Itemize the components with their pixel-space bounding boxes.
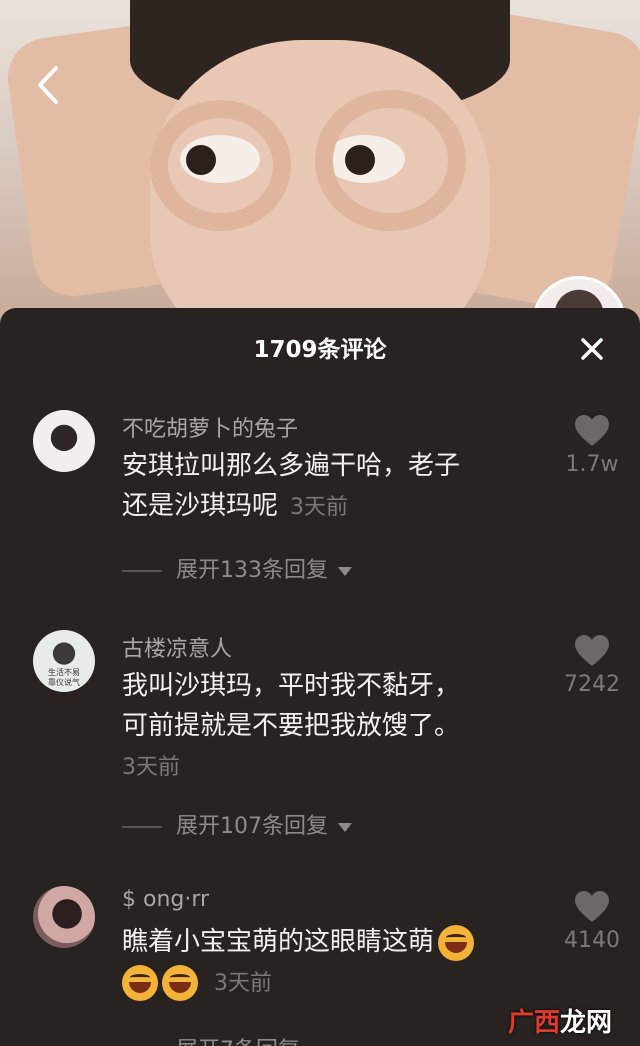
- expand-replies-button[interactable]: 展开133条回复: [122, 552, 352, 584]
- video-player[interactable]: [0, 0, 640, 330]
- heart-icon: [575, 635, 609, 666]
- like-count: 7242: [564, 672, 620, 697]
- close-button[interactable]: [573, 330, 611, 368]
- comment-username[interactable]: $ ong·rr: [122, 887, 209, 912]
- caret-down-icon: [338, 566, 352, 576]
- avatar[interactable]: [33, 886, 95, 948]
- comments-sheet: 1709条评论 不吃胡萝卜的兔子 安琪拉叫那么多遍干哈，老子 还是沙琪玛呢 3天前…: [0, 308, 640, 1046]
- like-button[interactable]: 7242: [560, 634, 624, 697]
- like-button[interactable]: 4140: [560, 890, 624, 953]
- comment-time: 3天前: [290, 495, 349, 520]
- comments-title: 1709条评论: [253, 337, 387, 363]
- heart-icon: [575, 891, 609, 922]
- avatar[interactable]: [33, 410, 95, 472]
- comment-text-line: 我叫沙琪玛，平时我不黏牙，: [122, 671, 461, 701]
- comment-text: 瞧着小宝宝萌的这眼睛这萌 3天前: [122, 922, 532, 1004]
- expand-replies-label: 展开133条回复: [176, 558, 328, 583]
- comment-text-line: 还是沙琪玛呢: [122, 491, 279, 521]
- heart-icon: [575, 415, 609, 446]
- chevron-left-icon: [38, 66, 58, 104]
- comment-username[interactable]: 古楼凉意人: [122, 631, 232, 663]
- laughing-emoji-icon: [122, 964, 158, 1001]
- expand-replies-label: 展开7条回复: [176, 1038, 300, 1046]
- comment-text-line: 可前提就是不要把我放馊了。: [122, 711, 461, 741]
- caret-down-icon: [338, 822, 352, 832]
- comment-text-line: 安琪拉叫那么多遍干哈，老子: [122, 451, 461, 481]
- back-button[interactable]: [30, 60, 70, 110]
- laughing-emoji-icon: [162, 964, 198, 1001]
- video-finger-ring-right: [315, 90, 466, 231]
- like-button[interactable]: 1.7w: [560, 414, 624, 477]
- comment-username[interactable]: 不吃胡萝卜的兔子: [122, 411, 298, 443]
- comment-time: 3天前: [122, 755, 180, 780]
- divider: [122, 570, 162, 572]
- like-count: 1.7w: [565, 452, 619, 477]
- laughing-emoji-icon: [438, 924, 475, 961]
- comment-text: 我叫沙琪玛，平时我不黏牙， 可前提就是不要把我放馊了。 3天前: [122, 666, 532, 788]
- avatar[interactable]: 生活不易 靠仪说气: [33, 630, 95, 692]
- comment-text-line: 瞧着小宝宝萌的这眼睛这萌: [122, 927, 435, 957]
- divider: [122, 826, 162, 828]
- watermark-logo: 广西龙网: [508, 1008, 613, 1038]
- comment-text: 安琪拉叫那么多遍干哈，老子 还是沙琪玛呢 3天前: [122, 446, 532, 528]
- expand-replies-button[interactable]: 展开107条回复: [122, 808, 352, 840]
- expand-replies-label: 展开107条回复: [176, 814, 328, 839]
- avatar-caption: 生活不易 靠仪说气: [48, 668, 80, 687]
- sheet-header: 1709条评论: [0, 308, 640, 386]
- like-count: 4140: [564, 928, 620, 953]
- comment-time: 3天前: [214, 971, 272, 996]
- close-icon: [581, 338, 603, 360]
- expand-replies-button[interactable]: 展开7条回复: [122, 1032, 324, 1046]
- video-finger-ring-left: [150, 100, 291, 231]
